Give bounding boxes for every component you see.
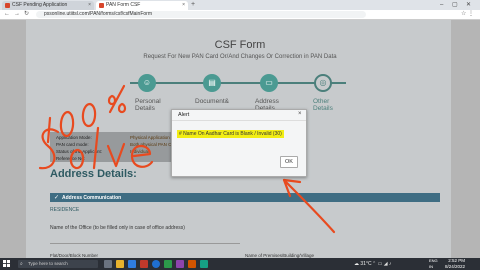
mail-icon[interactable] [128, 260, 136, 268]
weather-widget[interactable]: ☁ 31°C [354, 259, 372, 269]
windows-start-icon[interactable] [3, 260, 10, 267]
app-icon[interactable] [188, 260, 196, 268]
clock[interactable]: 2:52 PM 8/24/2022 [440, 258, 465, 270]
app-icon[interactable] [140, 260, 148, 268]
file-explorer-icon[interactable] [116, 260, 124, 268]
annotation-stroke [130, 144, 154, 168]
app-icon[interactable] [164, 260, 172, 268]
task-view-icon[interactable] [104, 260, 112, 268]
system-tray-icon[interactable]: ⌃ ▭ ◢ ♪ [372, 259, 391, 269]
taskbar: Type here to search ⌕ ☁ 31°C ⌃ ▭ ◢ ♪ ENG… [0, 258, 480, 270]
annotation-stroke [92, 126, 100, 170]
annotation-stroke [69, 148, 85, 170]
annotation-stroke [106, 142, 126, 168]
taskbar-search-input[interactable]: Type here to search [18, 260, 98, 268]
annotation-stroke [117, 102, 127, 114]
temperature: 31°C [360, 261, 372, 267]
ok-button[interactable]: OK [280, 156, 298, 168]
close-icon[interactable]: × [298, 111, 302, 117]
annotation-stroke [59, 110, 75, 138]
app-icon[interactable] [176, 260, 184, 268]
language-indicator[interactable]: ENG IN [429, 258, 438, 270]
dialog-header [172, 110, 306, 121]
search-icon: ⌕ [20, 261, 23, 267]
app-icon[interactable] [200, 260, 208, 268]
weather-icon: ☁ [354, 261, 359, 267]
alert-message: # Name On Aadhar Card is Blank / Invalid… [177, 130, 284, 138]
alert-dialog: Alert × # Name On Aadhar Card is Blank /… [171, 109, 307, 177]
dialog-title: Alert [178, 112, 190, 118]
annotation-arrow [284, 180, 336, 234]
chrome-icon[interactable] [152, 260, 160, 268]
annotation-stroke [81, 102, 97, 128]
annotation-stroke [108, 84, 126, 114]
date: 8/24/2022 [444, 264, 465, 269]
search-placeholder: Type here to search [28, 261, 68, 266]
